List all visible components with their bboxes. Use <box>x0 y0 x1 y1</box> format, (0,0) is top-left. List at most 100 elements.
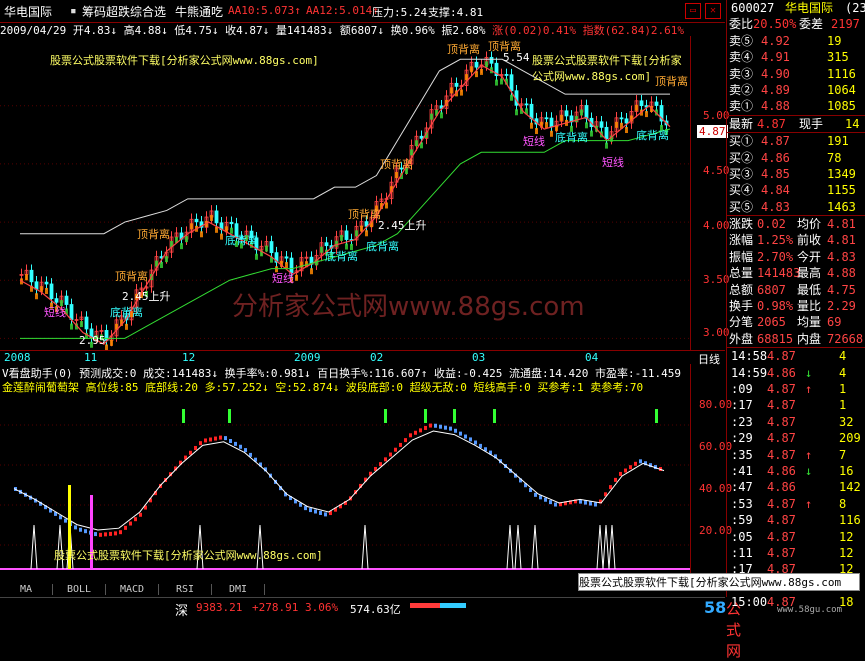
tick-price: 4.86 <box>767 463 796 478</box>
ad-banner[interactable]: 股票公式股票软件下载[分析家公式网www.88gs.com <box>578 573 860 591</box>
title-bar: 华电国际 ▪ 筹码超跌综合选 牛熊通吃 AA10:5.073↑ AA12:5.0… <box>0 0 725 23</box>
aa10-value: AA10:5.073↑ <box>228 4 301 17</box>
stat-value: 6807 <box>757 282 786 297</box>
trend-band-mark <box>45 287 48 294</box>
stat-label: 涨幅 <box>729 233 754 248</box>
tick-price: 4.86 <box>767 480 796 495</box>
date-tick: 12 <box>182 351 196 364</box>
tick-volume: 209 <box>839 431 861 446</box>
candle-body <box>584 105 589 119</box>
tick-arrow: ↑ <box>805 496 813 511</box>
sell-volume: 315 <box>827 50 849 65</box>
osc-mark <box>239 444 242 449</box>
tick-time: :41 <box>731 463 753 478</box>
sell-signal-mark <box>182 409 185 423</box>
last-row: 最新 4.87 现手 14 <box>727 114 865 134</box>
menu-item-bull[interactable]: 牛熊通吃 <box>175 3 223 20</box>
menu-item-screen[interactable]: 筹码超跌综合选 <box>82 3 166 20</box>
trend-band-mark <box>125 323 128 330</box>
osc-mark <box>99 532 102 537</box>
candle-body <box>549 117 554 128</box>
trend-band-mark <box>515 109 518 116</box>
sell-signal-mark <box>493 409 496 423</box>
tick-arrow: ↓ <box>805 463 813 478</box>
support-value: 支撑:4.81 <box>428 6 484 19</box>
osc-mark <box>629 465 632 470</box>
stat-label: 外盘 <box>729 331 754 346</box>
trend-band-mark <box>255 253 258 260</box>
tick-row: :11 4.87 12 <box>727 545 865 561</box>
date-tick: 2009 <box>294 351 321 364</box>
stat-label: 换手 <box>729 299 754 314</box>
top-divergence-label: 顶背离 <box>137 228 170 241</box>
osc-mark <box>209 437 212 442</box>
tick-time: :23 <box>731 414 753 429</box>
trend-band-mark <box>605 142 608 149</box>
trend-band-mark <box>635 104 638 111</box>
pressure-value: 压力:5.24 <box>372 6 428 19</box>
buy-row: 买④ 4.84 1155 <box>727 182 865 198</box>
stat-value: 69 <box>827 315 842 330</box>
osc-mark <box>204 438 207 443</box>
buy-volume: 191 <box>827 134 849 149</box>
buy-volume: 1463 <box>827 199 856 214</box>
watermark-3: 股票公式股票软件下载[分析家公式网www.88gs.com] <box>54 549 323 562</box>
osc-mark <box>129 521 132 526</box>
oscillator-chart[interactable]: 股票公式股票软件下载[分析家公式网www.88gs.com] <box>0 395 690 575</box>
osc-mark <box>384 457 387 462</box>
osc-mark <box>534 492 537 497</box>
date-axis: 2008 11 12 2009 02 03 04 日线 <box>0 350 725 366</box>
trend-band-mark <box>460 89 463 96</box>
spike-mark <box>596 524 604 570</box>
tick-time: :11 <box>731 545 753 560</box>
sell-price: 4.92 <box>761 33 790 48</box>
sell-row: 卖② 4.89 1064 <box>727 82 865 98</box>
buy-level: 买⑤ <box>729 199 754 214</box>
stat-value: 4.81 <box>827 217 856 232</box>
tick-row: :41 4.86 ↓ 16 <box>727 463 865 479</box>
spike-mark <box>602 524 610 570</box>
osc-mark <box>584 500 587 505</box>
trend-band-mark <box>110 339 113 346</box>
tab-boll[interactable]: BOLL <box>53 584 106 595</box>
order-ratio-value: 20.50% <box>753 17 797 32</box>
date-tick: 02 <box>370 351 384 364</box>
candle-body <box>284 256 289 259</box>
bottom-divergence-label: 底背离 <box>366 240 399 253</box>
indicator-text: 金莲醉闹葡萄架 高位线:85 底部线:20 多:57.252↓ 空:52.874… <box>2 381 644 394</box>
tab-rsi[interactable]: RSI <box>159 584 212 595</box>
osc-mark <box>464 434 467 439</box>
trend-band-mark <box>625 127 628 134</box>
menu-dot: ▪ <box>70 4 77 17</box>
order-diff-label: 委差 <box>799 17 824 32</box>
tick-row: 15:00 4.87 18 <box>727 594 865 610</box>
candle-body <box>654 101 659 106</box>
price-chart[interactable]: 股票公式股票软件下载[分析家公式网www.88gs.com] 股票公式股票软件下… <box>0 36 690 351</box>
sell-price: 4.88 <box>761 99 790 114</box>
osc-mark <box>439 424 442 429</box>
sell-signal-mark <box>424 409 427 423</box>
tick-volume: 142 <box>839 480 861 495</box>
osc-mark <box>454 428 457 433</box>
stat-value: 2.29 <box>827 299 856 314</box>
tab-macd[interactable]: MACD <box>106 584 159 595</box>
osc-mark <box>224 436 227 441</box>
tick-volume: 8 <box>839 496 847 511</box>
trend-band-mark <box>70 323 73 330</box>
tab-ma[interactable]: MA <box>0 584 53 595</box>
trend-band-mark <box>465 74 468 81</box>
tick-time: 14:58 <box>731 349 768 364</box>
trend-band-mark <box>165 256 168 263</box>
osc-mark <box>94 532 97 537</box>
tab-dmi[interactable]: DMI <box>212 584 265 595</box>
short-line-label: 短线 <box>44 306 66 319</box>
stat-row: 总额 6807 最低 4.75 <box>727 282 865 298</box>
stat-value: 4.75 <box>827 282 856 297</box>
hand-label: 现手 <box>799 116 824 131</box>
osc-mark <box>319 510 322 515</box>
close-icon[interactable]: ✕ <box>705 3 721 19</box>
maximize-icon[interactable]: ▭ <box>685 3 701 19</box>
up-bar <box>410 603 440 608</box>
sell-level: 卖① <box>729 99 754 114</box>
trend-band-mark <box>560 114 563 121</box>
